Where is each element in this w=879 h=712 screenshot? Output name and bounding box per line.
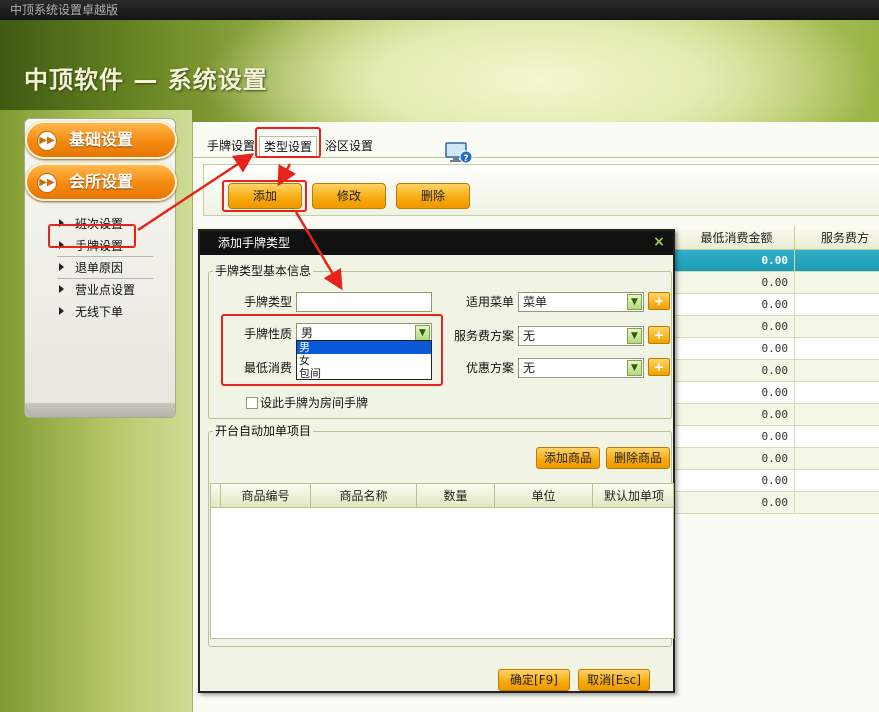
min-consume-cell: 0.00 [679, 294, 795, 316]
min-consume-cell: 0.00 [679, 382, 795, 404]
goods-grid-header: 商品编号 商品名称 数量 单位 默认加单项 [211, 484, 673, 508]
triangle-right-icon [59, 263, 64, 271]
row-indicator-header [211, 484, 221, 508]
column-header[interactable]: 最低消费金额 [679, 226, 795, 250]
column-header[interactable]: 服务费方 [795, 226, 879, 250]
double-arrow-icon: ▶▶ [37, 131, 57, 151]
window-title: 中顶系统设置卓越版 [10, 3, 119, 17]
annotation-frame-nature [221, 314, 443, 386]
menu-select[interactable]: 菜单 ▼ [518, 292, 644, 312]
group-title: 手牌类型基本信息 [213, 263, 314, 279]
add-goods-button[interactable]: 添加商品 [536, 447, 600, 469]
dialog-title: 添加手牌类型 [218, 236, 291, 250]
service-fee-select[interactable]: 无 ▼ [518, 326, 644, 346]
svg-text:?: ? [463, 154, 468, 164]
sidebar: ▶▶ 基础设置 ▶▶ 会所设置 班次设置 手牌设置 退单原因 营业点设置 无线下… [0, 110, 192, 712]
category-label: 基础设置 [69, 130, 134, 149]
chevron-down-icon[interactable]: ▼ [627, 360, 642, 376]
service-fee-value: 无 [523, 329, 536, 343]
menu-label: 适用菜单 [465, 295, 514, 309]
menu-value: 菜单 [523, 295, 548, 309]
goods-grid: 商品编号 商品名称 数量 单位 默认加单项 [210, 483, 674, 639]
annotation-frame-add [222, 180, 307, 212]
chevron-down-icon[interactable]: ▼ [627, 328, 642, 344]
delete-goods-button[interactable]: 删除商品 [606, 447, 670, 469]
sidebar-item-label: 营业点设置 [75, 283, 136, 297]
confirm-button[interactable]: 确定[F9] [498, 669, 570, 691]
min-consume-cell: 0.00 [679, 404, 795, 426]
min-consume-cell: 0.00 [679, 470, 795, 492]
category-club-settings[interactable]: ▶▶ 会所设置 [25, 163, 177, 201]
sidebar-item-refund-reason[interactable]: 退单原因 [57, 259, 154, 279]
dialog-title-bar: 添加手牌类型 × [200, 231, 673, 255]
category-label: 会所设置 [69, 172, 134, 191]
delete-button[interactable]: 删除 [396, 183, 470, 209]
room-tag-label: 设此手牌为房间手牌 [260, 396, 369, 410]
close-icon[interactable]: × [651, 233, 667, 251]
service-fee-label: 服务费方案 [453, 329, 514, 343]
min-consume-cell: 0.00 [679, 316, 795, 338]
sidebar-item-wireless-order[interactable]: 无线下单 [57, 303, 123, 321]
double-arrow-icon: ▶▶ [37, 173, 57, 193]
triangle-right-icon [59, 307, 64, 315]
room-tag-checkbox[interactable] [246, 397, 258, 409]
discount-label: 优惠方案 [465, 361, 514, 375]
banner-title: 中顶软件 — 系统设置 [24, 66, 268, 94]
min-consume-cell: 0.00 [679, 360, 795, 382]
type-input[interactable] [296, 292, 432, 312]
type-label: 手牌类型 [243, 295, 292, 309]
annotation-frame-tab [255, 127, 321, 158]
discount-select[interactable]: 无 ▼ [518, 358, 644, 378]
add-menu-button[interactable]: + [648, 292, 670, 310]
group-title: 开台自动加单项目 [213, 423, 314, 439]
add-type-dialog: 添加手牌类型 × 手牌类型基本信息 手牌类型 手牌性质 男 ▼ 最低消费 适用菜… [198, 229, 675, 693]
divider [57, 256, 154, 257]
sidebar-item-business-point[interactable]: 营业点设置 [57, 281, 135, 299]
sidebar-panel-footer [25, 403, 175, 417]
column-header[interactable]: 商品编号 [221, 484, 311, 508]
tab-bath-area-settings[interactable]: 浴区设置 [321, 136, 377, 158]
add-discount-button[interactable]: + [648, 358, 670, 376]
triangle-right-icon [59, 285, 64, 293]
min-consume-cell: 0.00 [679, 492, 795, 514]
category-basic-settings[interactable]: ▶▶ 基础设置 [25, 121, 177, 159]
min-consume-cell: 0.00 [679, 338, 795, 360]
add-service-fee-button[interactable]: + [648, 326, 670, 344]
cancel-button[interactable]: 取消[Esc] [578, 669, 650, 691]
column-header[interactable]: 商品名称 [311, 484, 417, 508]
discount-value: 无 [523, 361, 536, 375]
column-header[interactable]: 数量 [417, 484, 495, 508]
edit-button[interactable]: 修改 [312, 183, 386, 209]
sidebar-item-label: 无线下单 [75, 305, 124, 319]
annotation-frame-sidebar [48, 224, 136, 248]
column-header[interactable]: 单位 [495, 484, 593, 508]
min-consume-cell: 0.00 [679, 426, 795, 448]
window-title-bar: 中顶系统设置卓越版 [0, 0, 879, 20]
help-monitor-icon[interactable]: ? [445, 142, 473, 164]
min-consume-cell: 0.00 [679, 272, 795, 294]
tab-hand-tag-settings[interactable]: 手牌设置 [203, 136, 259, 158]
divider [57, 278, 154, 279]
min-consume-cell: 0.00 [679, 448, 795, 470]
sidebar-panel: ▶▶ 基础设置 ▶▶ 会所设置 班次设置 手牌设置 退单原因 营业点设置 无线下… [24, 118, 177, 418]
min-consume-cell: 0.00 [679, 250, 795, 272]
column-header[interactable]: 默认加单项 [593, 484, 675, 508]
chevron-down-icon[interactable]: ▼ [627, 294, 642, 310]
sidebar-item-label: 退单原因 [75, 261, 124, 275]
